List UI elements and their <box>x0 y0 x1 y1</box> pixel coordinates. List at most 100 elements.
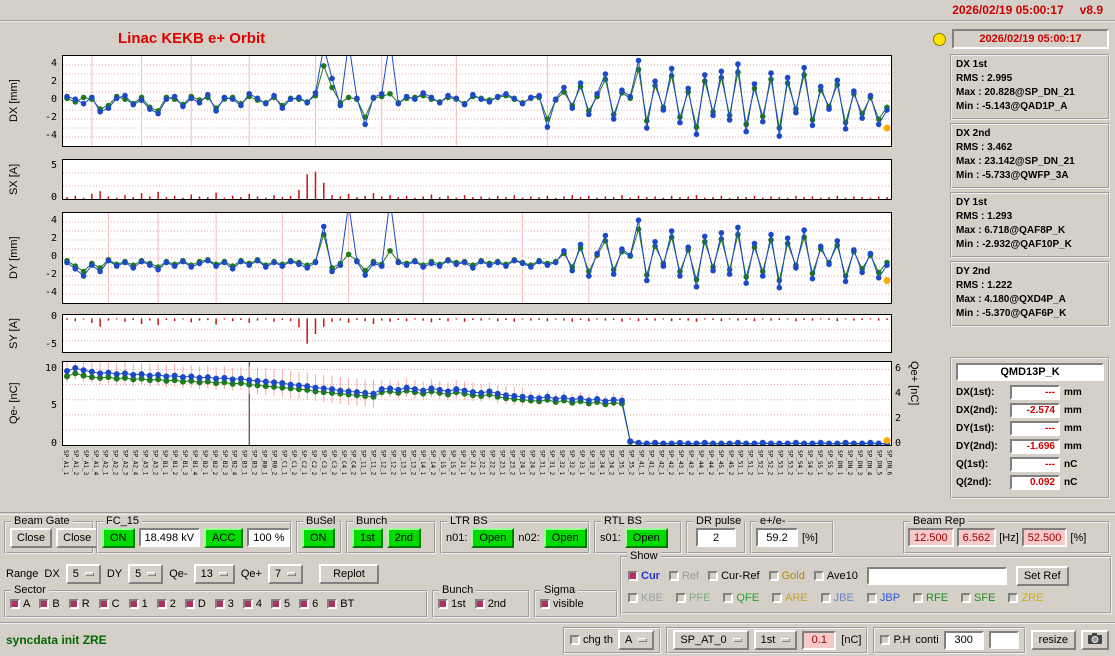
range-dy-menu[interactable]: 5 <box>128 564 164 584</box>
checkbox-box <box>438 599 448 609</box>
checkbox-jbp[interactable]: JBP <box>866 592 900 604</box>
fc15-acc-button[interactable]: ACC <box>204 527 244 548</box>
x-axis-label: SP_41_2 <box>647 450 655 476</box>
dx-yticks: 4 2 0 -2 -4 <box>34 55 60 147</box>
checkbox-bt[interactable]: BT <box>327 598 354 610</box>
snapshot-button[interactable] <box>1081 630 1109 650</box>
y-tick-label-right: 2 <box>895 412 902 424</box>
checkbox-rfe[interactable]: RFE <box>913 592 948 604</box>
ref-name-entry[interactable] <box>866 567 1007 585</box>
checkbox-d[interactable]: D <box>184 598 206 610</box>
checkbox-ref[interactable]: Ref <box>668 570 699 582</box>
menu-indicator-icon <box>218 572 228 576</box>
x-axis-label: SP_DN_1 <box>835 450 843 476</box>
y-tick-label: -2 <box>44 269 57 280</box>
checkbox-6[interactable]: 6 <box>299 598 318 610</box>
status-bar: syncdata init ZRE chg th A SP_AT_0 1st 0… <box>0 622 1115 656</box>
app-version: v8.9 <box>1079 3 1103 17</box>
checkbox-box <box>668 571 679 581</box>
checkbox-are[interactable]: ARE <box>772 592 808 604</box>
checkbox-qfe[interactable]: QFE <box>723 592 759 604</box>
checkbox-jbe[interactable]: JBE <box>820 592 854 604</box>
checkbox-1st[interactable]: 1st <box>438 598 466 610</box>
chg-th-checkbox[interactable]: chg th <box>570 634 613 646</box>
checkbox-1[interactable]: 1 <box>128 598 148 610</box>
checkbox-label: KBE <box>641 592 664 604</box>
x-axis-label: SP_A1_4 <box>91 450 99 476</box>
x-axis-label: SP_A2_2 <box>111 450 119 476</box>
charge-plot: Qe- [nC] 10 5 0 6 4 2 0 Qe+ [nC] <box>0 361 924 449</box>
range-qe-plus-menu[interactable]: 7 <box>267 564 304 584</box>
checkbox-cur[interactable]: Cur <box>628 570 660 582</box>
checkbox-sfe[interactable]: SFE <box>961 592 995 604</box>
x-axis-label: SP_42_1 <box>657 450 665 476</box>
checkbox-2nd[interactable]: 2nd <box>474 598 506 610</box>
bunch-1st-button[interactable]: 1st <box>352 527 383 548</box>
count-entry[interactable]: 300 <box>943 630 984 650</box>
y-tick-label: 0 <box>50 192 57 203</box>
resize-button[interactable]: resize <box>1030 630 1076 650</box>
checkbox-box <box>128 599 139 609</box>
checkbox-c[interactable]: C <box>98 598 120 610</box>
threshold-entry[interactable]: 0.1 <box>802 630 837 650</box>
checkbox-b[interactable]: B <box>39 598 60 610</box>
range-qe-minus-menu[interactable]: 13 <box>193 564 235 584</box>
x-axis-label: SP_R0_1 <box>260 450 268 476</box>
set-ref-button[interactable]: Set Ref <box>1015 566 1069 586</box>
fc15-on-button[interactable]: ON <box>102 527 135 548</box>
extra-entry[interactable] <box>988 631 1019 649</box>
x-axis-label: SP_B3_1 <box>240 450 248 476</box>
checkbox-cur-ref[interactable]: Cur-Ref <box>708 570 760 582</box>
checkbox-3[interactable]: 3 <box>214 598 234 610</box>
sector-select-menu[interactable]: A <box>617 630 655 650</box>
x-axis-label: SP_34_2 <box>607 450 615 476</box>
range-dx-menu[interactable]: 5 <box>65 564 101 584</box>
q-axis-label: Qe- [nC] <box>8 382 20 425</box>
checkbox-2[interactable]: 2 <box>156 598 176 610</box>
y-tick-label: 4 <box>50 215 57 226</box>
bunch-select-menu[interactable]: 1st <box>753 630 798 650</box>
checkbox-r[interactable]: R <box>68 598 90 610</box>
stat-row: Max : 6.718@QAF8P_K <box>956 225 1066 236</box>
q-yticks: 10 5 0 <box>34 361 60 449</box>
checkbox-label: R <box>81 598 90 610</box>
x-axis-label: SP_C3_1 <box>319 450 327 476</box>
checkbox-a[interactable]: A <box>10 598 30 610</box>
ltr-n01-open-button[interactable]: Open <box>471 527 515 548</box>
checkbox-4[interactable]: 4 <box>242 598 262 610</box>
beam-gate-close-button-1[interactable]: Close <box>10 527 53 548</box>
beam-gate-close-button-2[interactable]: Close <box>56 527 99 548</box>
checkbox-gold[interactable]: Gold <box>768 570 805 582</box>
stat-row: Max : 4.180@QXD4P_A <box>956 294 1066 305</box>
stat-group: DX 2nd RMS : 3.462 Max : 23.142@SP_DN_21 Mi… <box>950 123 1110 189</box>
x-axis-label: SP_11_1 <box>359 450 367 476</box>
x-axis-label: SP_15_2 <box>448 450 456 476</box>
checkbox-label: ARE <box>785 592 808 604</box>
ph-checkbox[interactable]: P.H <box>880 634 910 646</box>
checkbox-pfe[interactable]: PFE <box>676 592 710 604</box>
ratio-unit: [%] <box>802 531 818 544</box>
checkbox-visible[interactable]: visible <box>540 598 584 610</box>
x-axis-label: SP_43_1 <box>677 450 685 476</box>
stat-group: DX 1st RMS : 2.995 Max : 20.828@SP_DN_21 Mi… <box>950 54 1110 120</box>
ltr-n02-open-button[interactable]: Open <box>543 527 587 548</box>
x-axis-label: SP_32_1 <box>558 450 566 476</box>
x-axis-label: SP_R0_2 <box>270 450 278 476</box>
checkbox-ave10[interactable]: Ave10 <box>813 570 858 582</box>
bpm-select-menu[interactable]: SP_AT_0 <box>673 630 749 650</box>
checkbox-5[interactable]: 5 <box>271 598 290 610</box>
monitor-row: Q(2nd): 0.092 nC <box>956 475 1104 490</box>
checkbox-box <box>474 599 485 609</box>
replot-button[interactable]: Replot <box>319 564 379 584</box>
rtl-s01-open-button[interactable]: Open <box>624 527 668 548</box>
beam-gate-group: Beam Gate Close Close <box>4 515 99 554</box>
busel-on-button[interactable]: ON <box>302 527 335 548</box>
monitor-row-label: DY(2nd): <box>956 441 998 452</box>
x-axis-label: SP_42_2 <box>667 450 675 476</box>
show-row-2: KBE PFE QFE ARE JBE JBP RFE SFE ZRE <box>628 592 1104 604</box>
x-axis-label: SP_54_2 <box>806 450 814 476</box>
checkbox-kbe[interactable]: KBE <box>628 592 663 604</box>
bunch-2nd-button[interactable]: 2nd <box>386 527 422 548</box>
checkbox-zre[interactable]: ZRE <box>1008 592 1043 604</box>
x-axis-label: SP_24_2 <box>528 450 536 476</box>
